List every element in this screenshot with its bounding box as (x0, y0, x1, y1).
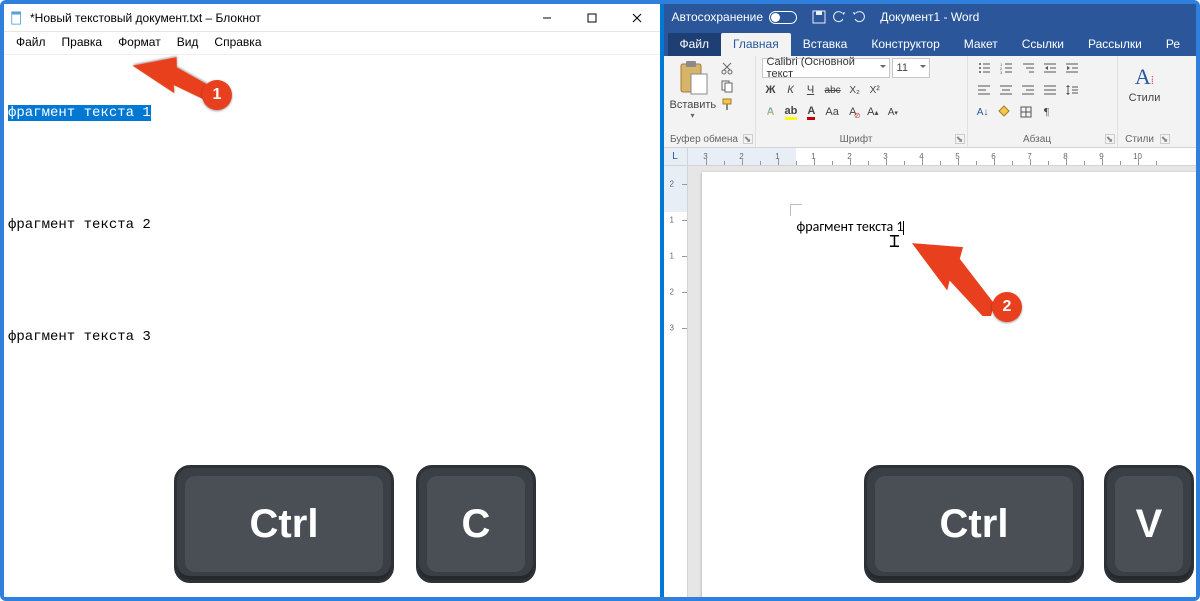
word-ribbon-tabs: Файл Главная Вставка Конструктор Макет С… (664, 30, 1196, 56)
tab-selector-icon[interactable]: L (664, 148, 688, 165)
ribbon-group-paragraph: 123 A↓ ¶ Абзац (968, 56, 1118, 147)
italic-button[interactable]: К (782, 80, 800, 100)
page-margin-mark (790, 204, 802, 216)
word-ribbon: Вставить ▾ Буфер обмена ⬊ Calibri (Основ… (664, 56, 1196, 148)
tab-layout[interactable]: Макет (952, 33, 1010, 56)
tab-design[interactable]: Конструктор (859, 33, 951, 56)
close-button[interactable] (615, 4, 660, 32)
line-spacing-button[interactable] (1062, 80, 1082, 100)
styles-launcher-icon[interactable]: ⬊ (1160, 134, 1170, 144)
notepad-line-3[interactable]: фрагмент текста 3 (6, 326, 658, 348)
save-icon[interactable] (811, 9, 827, 25)
menu-view[interactable]: Вид (171, 34, 205, 50)
tab-mailings[interactable]: Рассылки (1076, 33, 1154, 56)
keycap-v: V (1104, 465, 1194, 583)
redo-icon[interactable] (851, 9, 867, 25)
cut-icon[interactable] (718, 60, 736, 76)
maximize-button[interactable] (570, 4, 615, 32)
sort-button[interactable]: A↓ (974, 102, 992, 122)
styles-group-label: Стили (1118, 134, 1162, 145)
styles-gallery-button[interactable]: A⁞ (1124, 64, 1166, 90)
change-case-button[interactable]: Aa (822, 102, 841, 122)
decrease-indent-button[interactable] (1040, 58, 1060, 78)
multilevel-list-button[interactable] (1018, 58, 1038, 78)
clear-formatting-button[interactable]: A⊘ (844, 102, 862, 122)
menu-file[interactable]: Файл (10, 34, 52, 50)
tab-review-cut[interactable]: Ре (1154, 33, 1192, 56)
word-document-title: Документ1 - Word (880, 10, 979, 24)
copy-icon[interactable] (718, 78, 736, 94)
horizontal-ruler[interactable]: 32112345678910 (688, 148, 1196, 165)
badge-1: 1 (202, 80, 232, 110)
font-launcher-icon[interactable]: ⬊ (955, 134, 965, 144)
borders-button[interactable] (1016, 102, 1036, 122)
tab-references[interactable]: Ссылки (1010, 33, 1076, 56)
word-titlebar[interactable]: Автосохранение Документ1 - Word (664, 4, 1196, 30)
menu-help[interactable]: Справка (208, 34, 267, 50)
notepad-menubar: Файл Правка Формат Вид Справка (4, 32, 660, 55)
grow-font-button[interactable]: A▴ (864, 102, 882, 122)
increase-indent-button[interactable] (1062, 58, 1082, 78)
ribbon-group-font: Calibri (Основной текст 11 Ж К Ч abc X₂ … (756, 56, 968, 147)
strikethrough-button[interactable]: abc (822, 80, 844, 100)
subscript-button[interactable]: X₂ (846, 80, 864, 100)
bold-button[interactable]: Ж (762, 80, 780, 100)
font-name-combo[interactable]: Calibri (Основной текст (762, 58, 890, 78)
menu-edit[interactable]: Правка (56, 34, 109, 50)
highlight-button[interactable]: ab (782, 102, 801, 122)
tab-home[interactable]: Главная (721, 33, 791, 56)
autosave-toggle[interactable] (769, 11, 797, 24)
paragraph-launcher-icon[interactable]: ⬊ (1105, 134, 1115, 144)
badge-2: 2 (992, 292, 1022, 322)
superscript-button[interactable]: X² (866, 80, 884, 100)
format-painter-icon[interactable] (718, 96, 736, 112)
show-marks-button[interactable]: ¶ (1038, 102, 1056, 122)
justify-button[interactable] (1040, 80, 1060, 100)
notepad-title: *Новый текстовый документ.txt – Блокнот (30, 11, 261, 25)
clipboard-launcher-icon[interactable]: ⬊ (743, 134, 753, 144)
text-effects-button[interactable]: A (762, 102, 780, 122)
align-center-button[interactable] (996, 80, 1016, 100)
keycap-ctrl-left: Ctrl (174, 465, 394, 583)
underline-button[interactable]: Ч (802, 80, 820, 100)
ribbon-group-styles: A⁞ Стили Стили ⬊ (1118, 56, 1172, 147)
font-group-label: Шрифт (756, 134, 957, 145)
clipboard-group-label: Буфер обмена (664, 134, 745, 145)
notepad-line-2[interactable]: фрагмент текста 2 (6, 214, 658, 236)
notepad-titlebar[interactable]: *Новый текстовый документ.txt – Блокнот (4, 4, 660, 32)
align-left-button[interactable] (974, 80, 994, 100)
keycap-ctrl-right: Ctrl (864, 465, 1084, 583)
paste-label: Вставить (670, 99, 716, 111)
font-color-button[interactable]: A (802, 102, 820, 122)
menu-format[interactable]: Формат (112, 34, 167, 50)
autosave-label: Автосохранение (672, 10, 763, 24)
svg-text:3: 3 (1000, 70, 1003, 75)
paste-button[interactable]: Вставить ▾ (670, 58, 716, 120)
font-size-combo[interactable]: 11 (892, 58, 930, 78)
shrink-font-button[interactable]: A▾ (884, 102, 902, 122)
styles-button-label: Стили (1124, 92, 1166, 104)
align-right-button[interactable] (1018, 80, 1038, 100)
ribbon-group-clipboard: Вставить ▾ Буфер обмена ⬊ (664, 56, 756, 147)
shading-button[interactable] (994, 102, 1014, 122)
paragraph-group-label: Абзац (968, 134, 1107, 145)
bullets-button[interactable] (974, 58, 994, 78)
undo-icon[interactable] (831, 9, 847, 25)
word-page-text[interactable]: фрагмент текста 1 (797, 218, 905, 235)
notepad-app-icon (10, 11, 24, 25)
vertical-ruler[interactable]: 21123 (664, 166, 688, 597)
tab-file[interactable]: Файл (668, 33, 722, 56)
minimize-button[interactable] (525, 4, 570, 32)
numbering-button[interactable]: 123 (996, 58, 1016, 78)
keycap-c: C (416, 465, 536, 583)
tab-insert[interactable]: Вставка (791, 33, 860, 56)
word-horizontal-ruler-bar: L 32112345678910 (664, 148, 1196, 166)
